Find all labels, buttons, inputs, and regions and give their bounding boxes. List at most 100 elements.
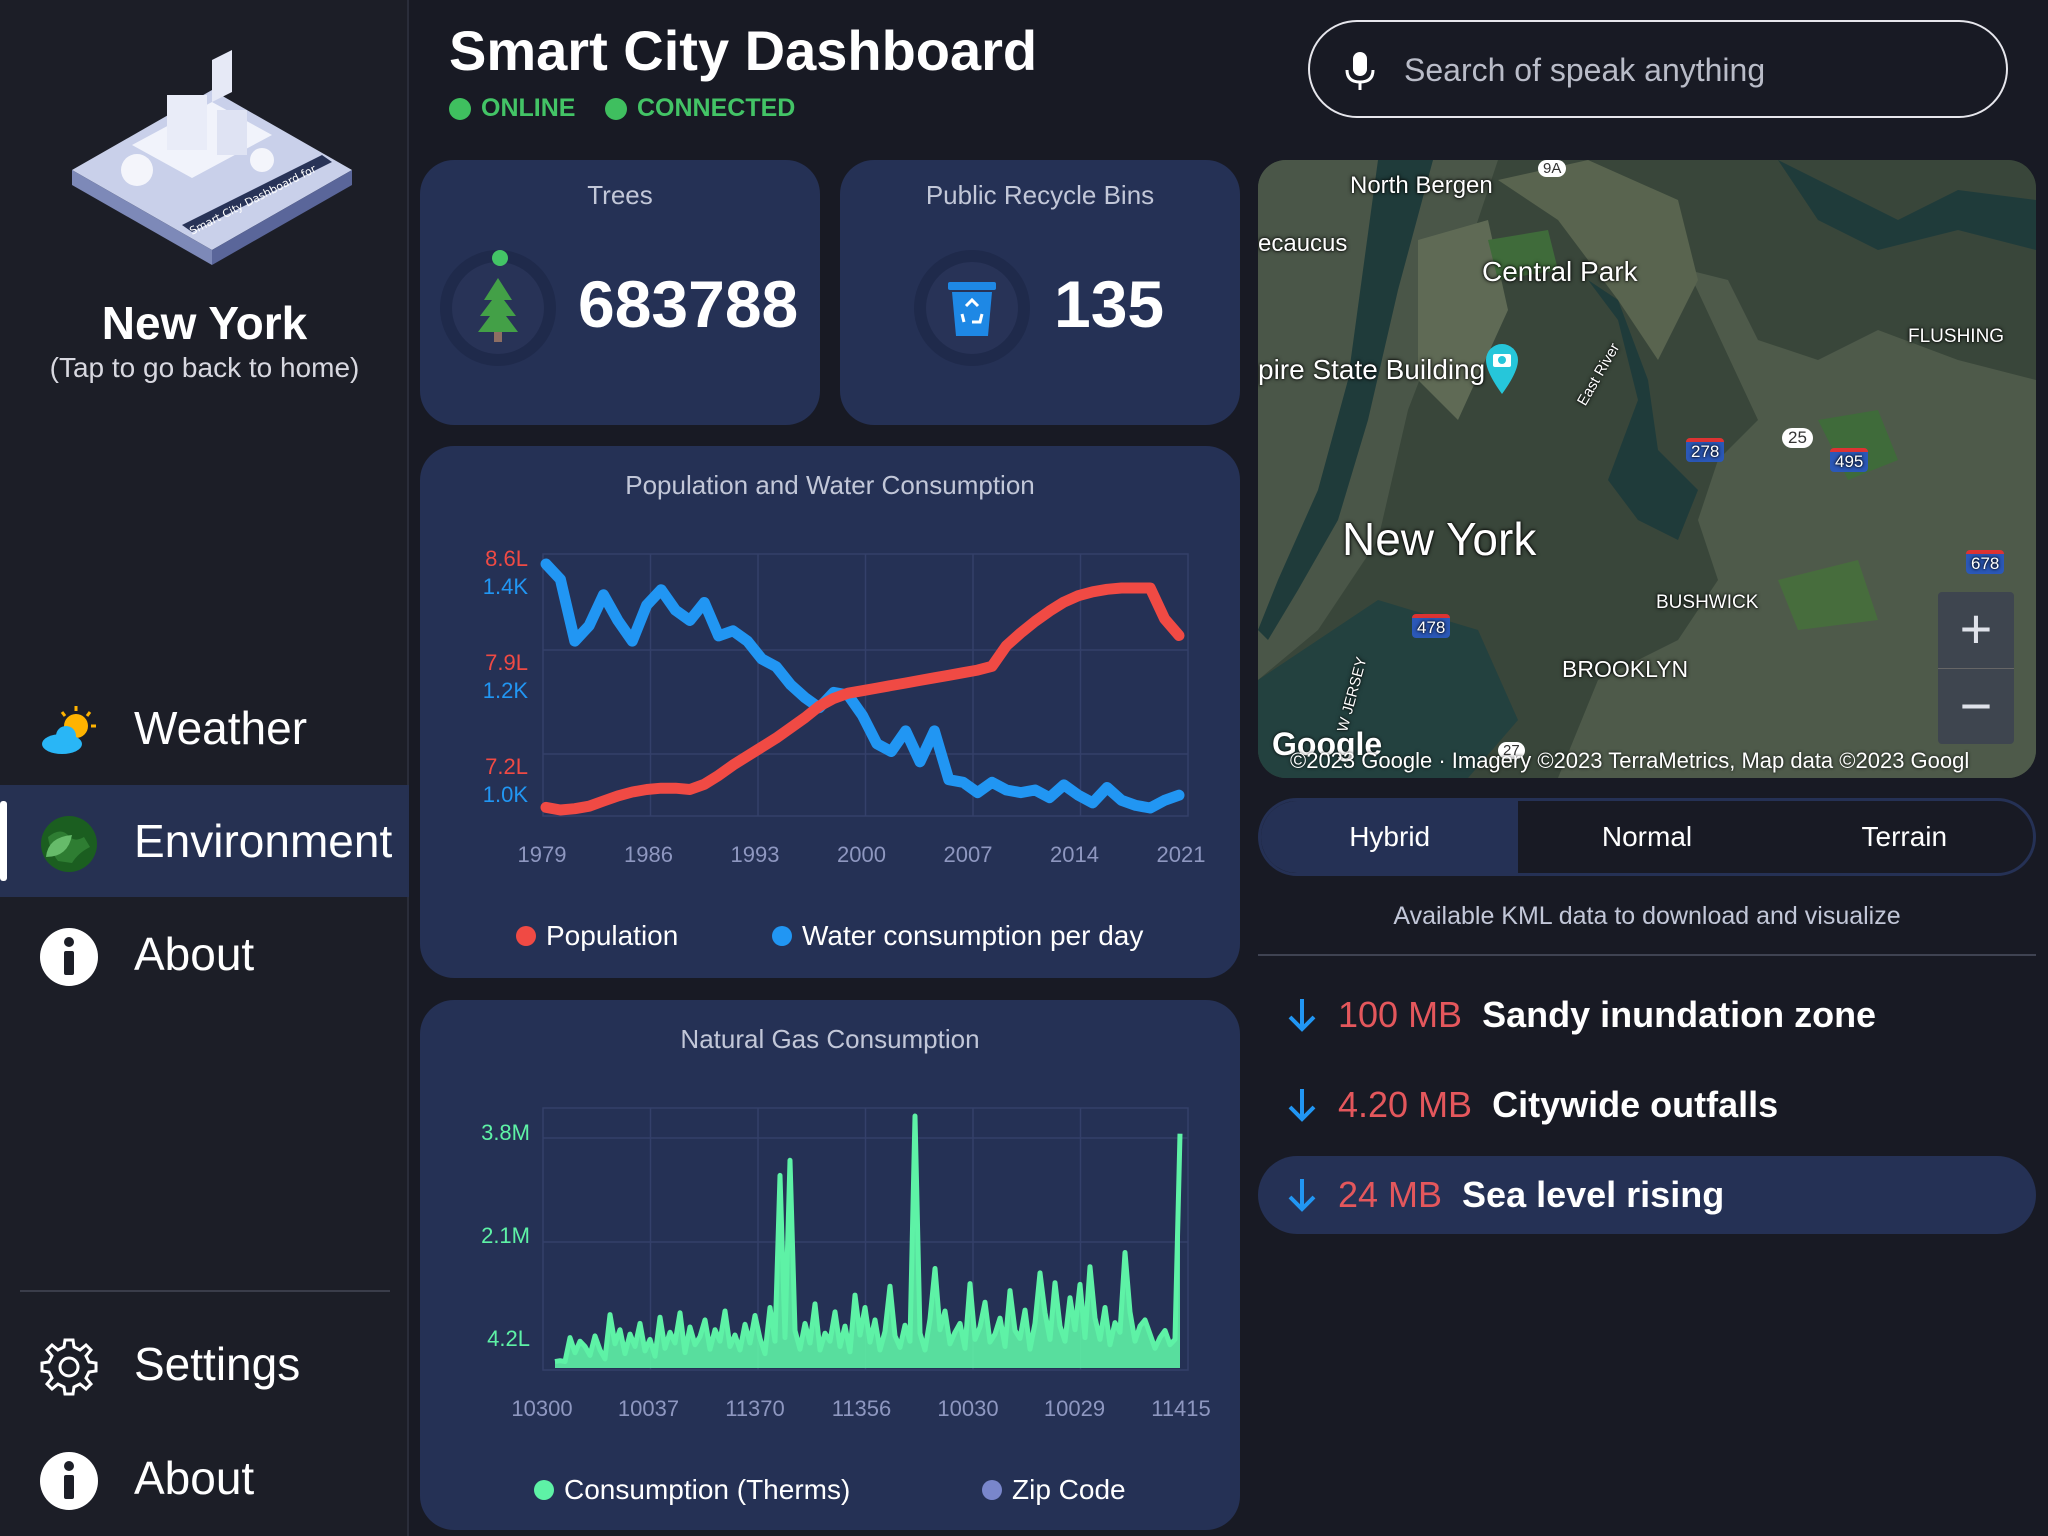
download-arrow-icon[interactable] <box>1282 995 1322 1035</box>
sidebar-item-about[interactable]: About <box>0 898 409 1010</box>
map-copyright[interactable]: ©2023 Google · Imagery ©2023 TerraMetric… <box>1290 748 1969 774</box>
bins-count: 135 <box>1054 267 1165 341</box>
kml-item-outfalls[interactable]: 4.20 MB Citywide outfalls <box>1258 1066 2036 1144</box>
y-tick-left: 7.9L <box>485 650 528 675</box>
road-shield: 9A <box>1538 160 1567 177</box>
y-tick-left: 7.2L <box>485 754 528 779</box>
recycle-bins-card-title: Public Recycle Bins <box>925 180 1155 210</box>
download-arrow-icon[interactable] <box>1282 1085 1322 1125</box>
sidebar-item-label: Settings <box>134 1338 301 1390</box>
sidebar-item-weather[interactable]: Weather <box>0 672 409 784</box>
legend-dot <box>772 926 792 946</box>
trees-ring-marker <box>492 250 508 266</box>
x-tick: 2021 <box>1157 842 1206 867</box>
x-tick: 11415 <box>1151 1396 1211 1421</box>
road-shield: 495 <box>1830 448 1869 472</box>
map-label: FLUSHING <box>1908 326 2005 347</box>
recycle-bins-card: Public Recycle Bins 135 <box>840 160 1240 425</box>
kml-name: Sandy inundation zone <box>1482 994 1877 1035</box>
map-label: BUSHWICK <box>1656 592 1759 613</box>
trees-ring <box>440 250 556 366</box>
map-label: Central Park <box>1482 256 1638 287</box>
x-tick: 2014 <box>1050 842 1099 867</box>
y-tick-left: 8.6L <box>485 546 528 571</box>
x-tick: 11356 <box>832 1396 892 1421</box>
population-water-chart-card: Population and Water Consumption 8.6L 7.9… <box>420 446 1240 978</box>
sidebar: Smart City Dashboard for New York (Tap t… <box>0 0 409 1536</box>
road-shield: 25 <box>1782 428 1813 448</box>
search-bar[interactable] <box>1308 20 2008 118</box>
map-type-terrain[interactable]: Terrain <box>1776 801 2033 873</box>
download-arrow-icon[interactable] <box>1282 1175 1322 1215</box>
sidebar-item-settings[interactable]: Settings <box>0 1308 409 1420</box>
legend-dot <box>534 1480 554 1500</box>
x-tick: 10037 <box>618 1396 679 1421</box>
legend-label: Consumption (Therms) <box>564 1474 851 1505</box>
x-tick: 10300 <box>511 1396 572 1421</box>
city-name[interactable]: New York <box>0 296 409 350</box>
recycle-bin-icon <box>948 282 996 336</box>
map-label: pire State Building <box>1258 354 1486 385</box>
satellite-map[interactable]: North Bergen ecaucus Central Park pire S… <box>1258 160 2036 778</box>
map-label: ecaucus <box>1258 230 1348 257</box>
map-label: BROOKLYN <box>1562 656 1689 682</box>
sidebar-item-label: About <box>134 928 255 980</box>
road-shield: 278 <box>1686 438 1725 462</box>
kml-name: Sea level rising <box>1462 1174 1725 1215</box>
sidebar-item-label: Weather <box>134 702 308 754</box>
kml-item-sea-level[interactable]: 24 MB Sea level rising <box>1258 1156 2036 1234</box>
sidebar-item-label: Environment <box>134 815 393 867</box>
status-connected-label: CONNECTED <box>637 94 796 122</box>
sidebar-item-environment[interactable]: Environment <box>0 785 409 897</box>
y-tick: 4.2L <box>487 1326 530 1351</box>
mic-icon[interactable] <box>1340 50 1380 92</box>
legend-water[interactable]: Water consumption per day <box>772 920 1143 952</box>
map-label: New York <box>1342 513 1537 565</box>
sidebar-divider <box>20 1290 390 1292</box>
natural-gas-chart-card: Natural Gas Consumption 3.8M 2.1M 4.2L 1030… <box>420 1000 1240 1530</box>
status-dot <box>449 97 471 120</box>
city-illustration[interactable]: Smart City Dashboard for <box>62 50 352 280</box>
kml-size: 24 MB <box>1338 1174 1443 1215</box>
x-tick: 1979 <box>518 842 567 867</box>
home-hint[interactable]: (Tap to go back to home) <box>0 352 409 384</box>
camera-pin-icon[interactable] <box>1482 340 1522 396</box>
legend-population[interactable]: Population <box>516 920 678 952</box>
y-tick: 2.1M <box>481 1223 530 1248</box>
kml-name: Citywide outfalls <box>1492 1084 1779 1125</box>
y-tick: 3.8M <box>481 1120 530 1145</box>
y-tick-right: 1.4K <box>483 574 529 599</box>
natural-gas-chart[interactable]: 3.8M 2.1M 4.2L 10300 10037 11370 11356 10030 100… <box>420 1000 1240 1530</box>
trees-card-title: Trees <box>587 180 653 210</box>
status-dot <box>605 97 627 120</box>
series-consumption-line <box>554 1113 1183 1365</box>
status-online: ONLINE <box>449 94 575 123</box>
kml-caption: Available KML data to download and visua… <box>1393 902 1901 930</box>
map-type-hybrid[interactable]: Hybrid <box>1261 801 1519 873</box>
legend-zip-code[interactable]: Zip Code <box>982 1474 1126 1506</box>
environment-icon <box>41 816 97 872</box>
x-tick: 1986 <box>624 842 673 867</box>
kml-item-sandy[interactable]: 100 MB Sandy inundation zone <box>1258 976 2036 1054</box>
bins-ring <box>914 250 1030 366</box>
x-tick: 10029 <box>1044 1396 1105 1421</box>
road-shield: 678 <box>1966 550 2005 574</box>
tree-icon <box>478 278 518 342</box>
sidebar-item-about-bottom[interactable]: About <box>0 1422 409 1534</box>
y-tick-right: 1.2K <box>483 678 529 703</box>
legend-dot <box>982 1480 1002 1500</box>
trees-count: 683788 <box>578 267 799 341</box>
x-tick: 10030 <box>937 1396 998 1421</box>
search-input[interactable] <box>1404 46 1984 94</box>
zoom-in-button[interactable]: + <box>1938 592 2014 668</box>
map-label: North Bergen <box>1350 172 1493 199</box>
map-type-toggle: Hybrid Normal Terrain <box>1258 798 2036 876</box>
kml-size: 4.20 MB <box>1338 1084 1473 1125</box>
legend-dot <box>516 926 536 946</box>
population-water-chart[interactable]: 8.6L 7.9L 7.2L 1.4K 1.2K 1.0K 1979 1986 1993 2000… <box>420 446 1240 978</box>
status-connected: CONNECTED <box>605 94 795 123</box>
map-type-normal[interactable]: Normal <box>1518 801 1775 873</box>
zoom-out-button[interactable]: − <box>1938 668 2014 744</box>
legend-label: Water consumption per day <box>802 920 1144 951</box>
legend-consumption[interactable]: Consumption (Therms) <box>534 1474 850 1506</box>
